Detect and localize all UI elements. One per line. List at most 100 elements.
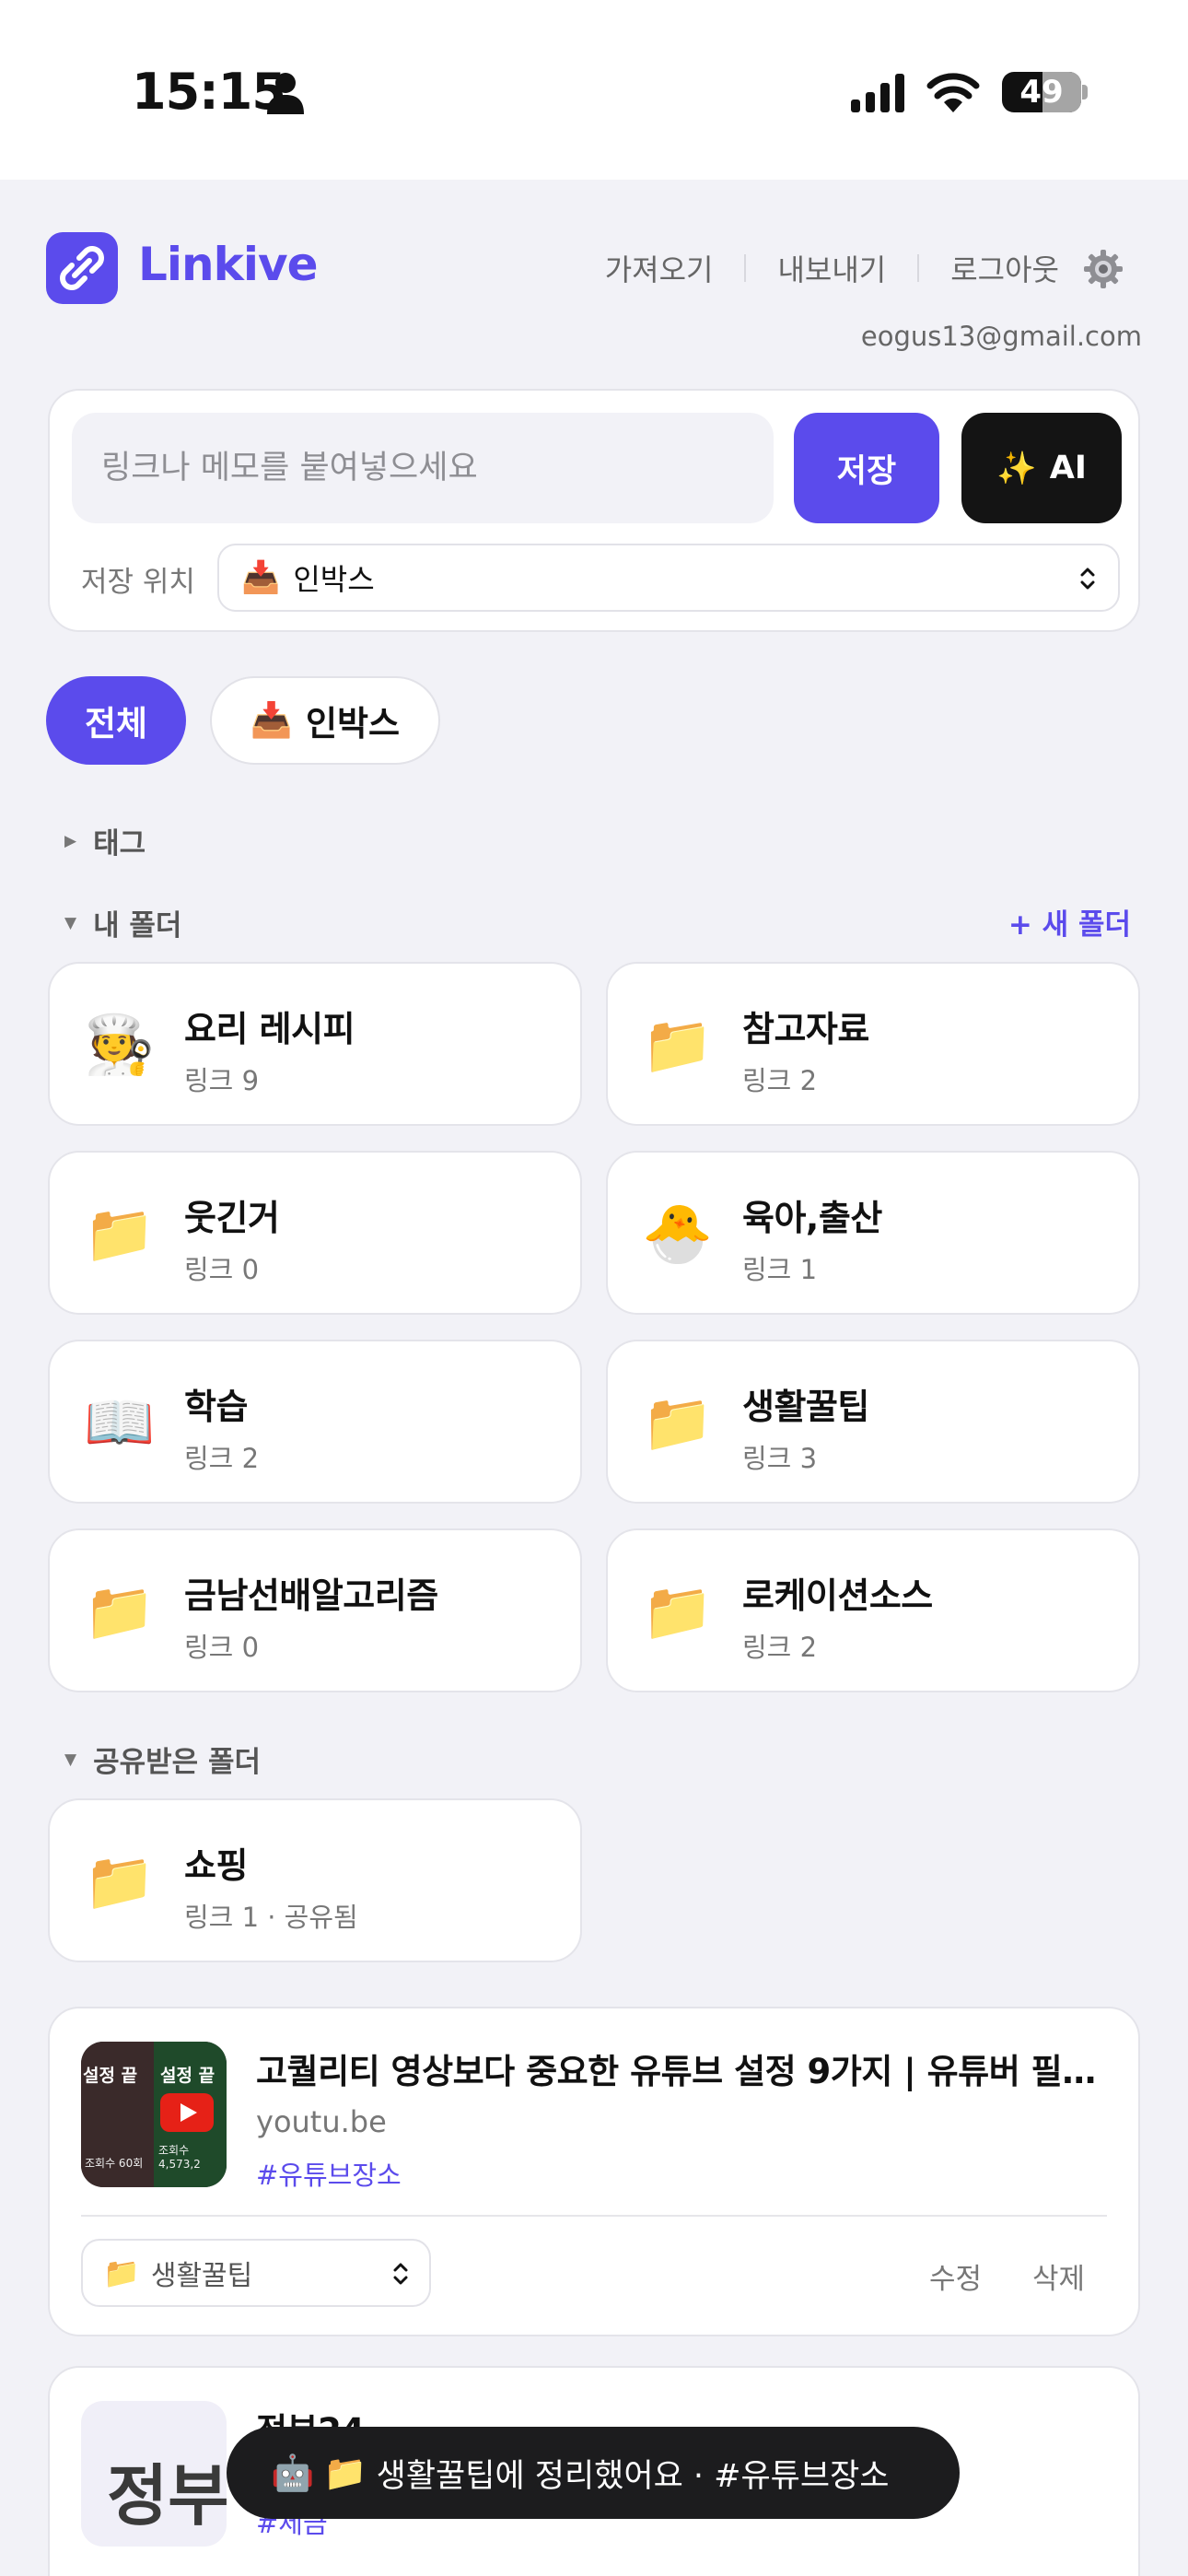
- cellular-signal-icon: [851, 74, 904, 112]
- triangle-down-icon: ▼: [64, 1750, 77, 1769]
- person-icon: [267, 73, 304, 114]
- folder-card[interactable]: 🐣 육아,출산 링크 1: [606, 1151, 1140, 1315]
- cook-icon: 🧑‍🍳: [84, 1011, 156, 1078]
- composer-card: 저장 ✨ AI 저장 위치 📥 인박스: [48, 389, 1140, 632]
- folder-name: 참고자료: [742, 1009, 869, 1049]
- filter-all-chip[interactable]: 전체: [46, 676, 186, 765]
- app-name: Linkive: [138, 238, 318, 291]
- link-folder-select[interactable]: 📁 생활꿀팁: [81, 2239, 431, 2307]
- folder-count: 링크 3: [742, 1443, 818, 1474]
- folder-count: 링크 2: [184, 1443, 260, 1474]
- triangle-right-icon: ▶: [64, 831, 77, 850]
- folder-count: 링크 0: [184, 1632, 260, 1663]
- battery-level: 49: [1019, 74, 1064, 111]
- folder-count: 링크 0: [184, 1254, 260, 1285]
- my-folders-section-toggle[interactable]: ▼ 내 폴더: [64, 902, 181, 943]
- folder-count: 링크 2: [742, 1632, 818, 1663]
- folder-name: 로케이션소스: [742, 1575, 933, 1616]
- my-folders-title: 내 폴더: [93, 909, 182, 943]
- user-email: eogus13@gmail.com: [860, 321, 1142, 352]
- tags-section-toggle[interactable]: ▶ 태그: [64, 820, 146, 861]
- folder-card[interactable]: 📁 금남선배알고리즘 링크 0: [48, 1528, 582, 1692]
- folder-icon: 📁: [84, 1577, 156, 1645]
- divider: [81, 2215, 1107, 2217]
- save-location-select[interactable]: 📥 인박스: [217, 544, 1120, 612]
- link-folder-value: 생활꿀팁: [150, 2260, 253, 2292]
- edit-button[interactable]: 수정: [929, 2255, 982, 2297]
- sparkles-icon: ✨: [996, 450, 1037, 487]
- toast-message: 생활꿀팁에 정리했어요 · #유튜브장소: [376, 2457, 890, 2495]
- folder-icon: 📁: [642, 1011, 714, 1078]
- status-bar: 15:15 49: [0, 0, 1188, 180]
- chevron-up-down-icon: [1080, 568, 1095, 590]
- folder-card[interactable]: 📁 웃긴거 링크 0: [48, 1151, 582, 1315]
- hatching-chick-icon: 🐣: [642, 1200, 714, 1267]
- folder-card[interactable]: 📖 학습 링크 2: [48, 1340, 582, 1504]
- folder-card[interactable]: 📁 참고자료 링크 2: [606, 962, 1140, 1126]
- robot-icon: 🤖: [271, 2452, 315, 2493]
- folder-card[interactable]: 🧑‍🍳 요리 레시피 링크 9: [48, 962, 582, 1126]
- folder-name: 요리 레시피: [184, 1009, 355, 1049]
- delete-button[interactable]: 삭제: [1032, 2255, 1085, 2297]
- save-location-label: 저장 위치: [81, 566, 195, 599]
- logout-link[interactable]: 로그아웃: [950, 247, 1059, 289]
- folder-count: 링크 1: [742, 1254, 818, 1285]
- folder-icon: 📁: [103, 2255, 140, 2290]
- folder-icon: 📁: [642, 1388, 714, 1456]
- filter-inbox-label: 인박스: [305, 704, 401, 744]
- shared-folders-title: 공유받은 폴더: [93, 1746, 261, 1779]
- shared-folder-card[interactable]: 📁 쇼핑 링크 1 · 공유됨: [48, 1798, 582, 1962]
- wifi-icon: [926, 73, 980, 112]
- battery-tip: [1082, 85, 1088, 100]
- link-card[interactable]: 설정 끝 설정 끝 조회수 60회 조회수 4,573,2 고퀄리티 영상보다 …: [48, 2007, 1140, 2336]
- folder-icon: 📁: [84, 1200, 156, 1267]
- link-domain: youtu.be: [256, 2104, 387, 2139]
- youtube-play-icon: [160, 2093, 214, 2132]
- link-input[interactable]: [72, 413, 774, 523]
- folder-count: 링크 1 · 공유됨: [184, 1902, 358, 1933]
- export-link[interactable]: 내보내기: [777, 247, 886, 289]
- folder-count: 링크 9: [184, 1065, 260, 1096]
- tags-section-title: 태그: [93, 827, 146, 861]
- link-thumbnail: 설정 끝 설정 끝 조회수 60회 조회수 4,573,2: [81, 2042, 227, 2187]
- link-tag[interactable]: #유튜브장소: [256, 2154, 402, 2193]
- new-folder-button[interactable]: + 새 폴더: [1008, 901, 1131, 943]
- ai-button-label: AI: [1049, 450, 1087, 486]
- battery-icon: 49: [1002, 72, 1081, 112]
- filter-inbox-chip[interactable]: 📥 인박스: [210, 676, 440, 765]
- gear-icon[interactable]: [1083, 249, 1124, 289]
- folder-name: 학습: [184, 1387, 248, 1427]
- status-time: 15:15: [132, 63, 286, 121]
- inbox-tray-icon: 📥: [250, 700, 293, 740]
- inbox-tray-icon: 📥: [241, 559, 281, 596]
- folder-card[interactable]: 📁 생활꿀팁 링크 3: [606, 1340, 1140, 1504]
- link-title[interactable]: 고퀄리티 영상보다 중요한 유튜브 설정 9가지 | 유튜버 필수 설정: [256, 2043, 1112, 2093]
- thumbnail-text: 설정 끝: [160, 2066, 215, 2086]
- folder-name: 쇼핑: [184, 1845, 248, 1886]
- folder-name: 생활꿀팁: [742, 1387, 869, 1427]
- folder-count: 링크 2: [742, 1065, 818, 1096]
- triangle-down-icon: ▼: [64, 913, 77, 932]
- toast-notification: 🤖 📁 생활꿀팁에 정리했어요 · #유튜브장소: [227, 2427, 960, 2519]
- folder-name: 육아,출산: [742, 1198, 882, 1238]
- folder-name: 웃긴거: [184, 1198, 280, 1238]
- open-book-icon: 📖: [84, 1388, 156, 1456]
- import-link[interactable]: 가져오기: [605, 247, 714, 289]
- thumbnail-text: 설정 끝: [83, 2066, 138, 2086]
- nav-divider: [917, 254, 920, 282]
- top-nav: 가져오기 내보내기 로그아웃: [605, 247, 1059, 289]
- folder-icon: 📁: [84, 1847, 156, 1914]
- thumbnail-views: 조회수 4,573,2: [158, 2144, 201, 2171]
- save-button[interactable]: 저장: [794, 413, 939, 523]
- link-thumbnail: 정부: [81, 2401, 227, 2547]
- folder-name: 금남선배알고리즘: [184, 1575, 438, 1616]
- folder-icon: 📁: [642, 1577, 714, 1645]
- folder-icon: 📁: [323, 2452, 367, 2493]
- folder-card[interactable]: 📁 로케이션소스 링크 2: [606, 1528, 1140, 1692]
- chevron-up-down-icon: [393, 2263, 408, 2285]
- save-location-value: 인박스: [293, 562, 375, 597]
- thumbnail-text: 정부: [107, 2457, 227, 2535]
- shared-folders-section-toggle[interactable]: ▼ 공유받은 폴더: [64, 1739, 261, 1780]
- thumbnail-views: 조회수 60회: [85, 2157, 144, 2170]
- ai-button[interactable]: ✨ AI: [961, 413, 1122, 523]
